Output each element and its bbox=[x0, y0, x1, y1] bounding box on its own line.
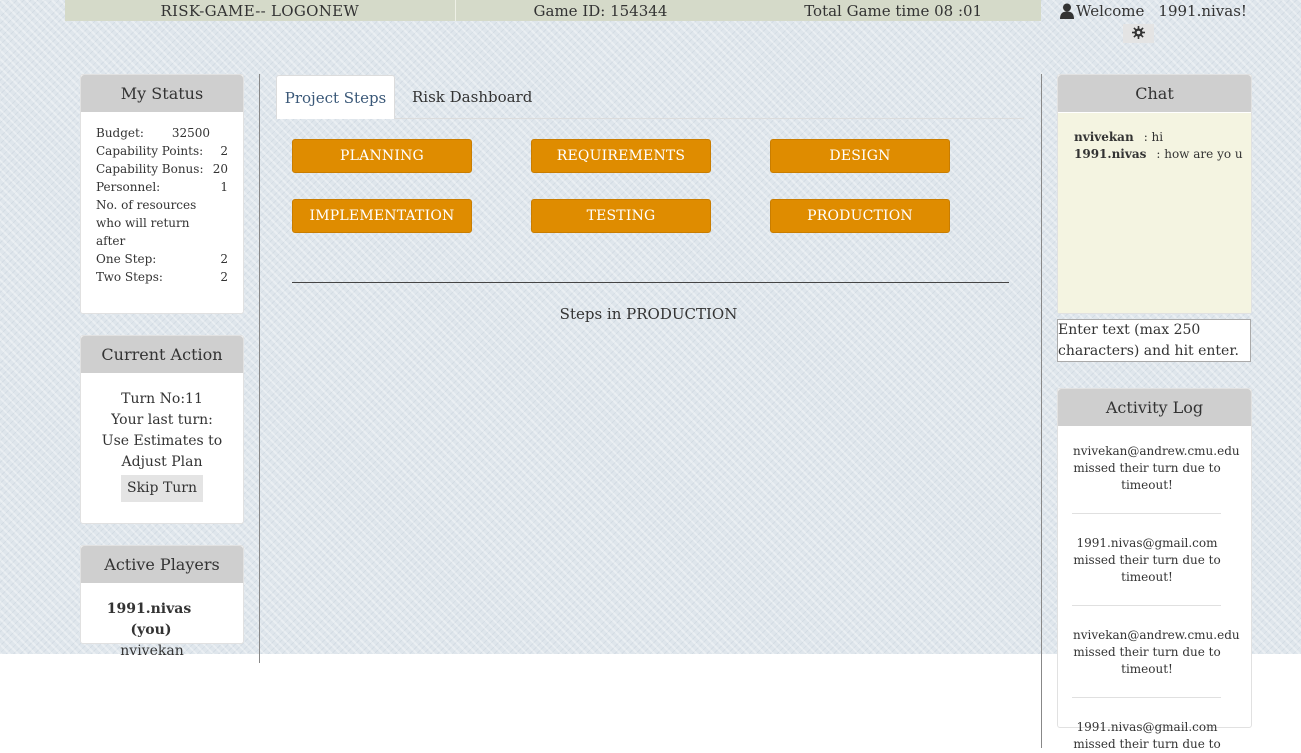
status-row-budget: Budget: 32500 bbox=[96, 126, 210, 140]
gear-icon bbox=[1132, 24, 1145, 43]
chat-input[interactable]: Enter text (max 250 characters) and hit … bbox=[1057, 319, 1251, 362]
chat-panel: Chat nvivekan: hi 1991.nivas: how are yo… bbox=[1057, 74, 1252, 314]
steps-in-heading: Steps in PRODUCTION bbox=[559, 305, 738, 323]
active-players-panel: Active Players 1991.nivas (you) nvivekan bbox=[80, 545, 244, 659]
total-game-time: Total Game time 08 :01 bbox=[804, 1, 983, 20]
step-production-button[interactable]: PRODUCTION bbox=[770, 199, 950, 233]
tab-bar: Project Steps Risk Dashboard bbox=[276, 75, 1024, 119]
log-separator bbox=[1072, 605, 1221, 606]
last-turn-value-line2: Adjust Plan bbox=[121, 454, 203, 470]
user-icon bbox=[1060, 3, 1074, 19]
my-status-title: My Status bbox=[81, 75, 243, 112]
resources-label: No. of resources who will return after bbox=[96, 198, 197, 248]
status-row-personnel: Personnel: 1 bbox=[96, 180, 228, 194]
welcome-username: 1991.nivas! bbox=[1158, 2, 1247, 20]
right-divider bbox=[1041, 74, 1042, 748]
step-testing-button[interactable]: TESTING bbox=[531, 199, 711, 233]
chat-title: Chat bbox=[1058, 75, 1251, 112]
welcome-message: Welcome 1991.nivas! bbox=[1060, 2, 1247, 20]
top-bar: RISK-GAME-- LOGONEW Game ID: 154344 Tota… bbox=[65, 0, 1041, 21]
log-entry: nvivekan@andrew.cmu.edu missed their tur… bbox=[1073, 628, 1240, 676]
welcome-prefix: Welcome bbox=[1076, 2, 1145, 20]
log-entry: nvivekan@andrew.cmu.edu missed their tur… bbox=[1073, 444, 1240, 492]
settings-button[interactable] bbox=[1123, 24, 1154, 43]
step-implementation-button[interactable]: IMPLEMENTATION bbox=[292, 199, 472, 233]
last-turn-label: Your last turn: bbox=[111, 412, 213, 428]
step-planning-button[interactable]: PLANNING bbox=[292, 139, 472, 173]
activity-log-title: Activity Log bbox=[1058, 389, 1251, 426]
skip-turn-button[interactable]: Skip Turn bbox=[121, 475, 203, 502]
chat-message: 1991.nivas: how are yo u bbox=[1074, 147, 1243, 161]
log-separator bbox=[1072, 513, 1221, 514]
section-divider bbox=[292, 282, 1009, 283]
player-other: nvivekan bbox=[120, 643, 184, 659]
game-title: RISK-GAME-- LOGONEW bbox=[65, 0, 456, 21]
my-status-panel: My Status Budget: 32500 Capability Point… bbox=[80, 74, 244, 314]
chat-messages: nvivekan: hi 1991.nivas: how are yo u bbox=[1058, 113, 1251, 313]
player-me: 1991.nivas bbox=[106, 601, 192, 617]
tab-risk-dashboard[interactable]: Risk Dashboard bbox=[412, 75, 532, 118]
left-divider bbox=[259, 74, 260, 663]
status-row-two-steps: Two Steps: 2 bbox=[96, 270, 228, 284]
activity-log-panel: Activity Log nvivekan@andrew.cmu.edu mis… bbox=[1057, 388, 1252, 751]
chat-message: nvivekan: hi bbox=[1074, 130, 1164, 144]
status-row-one-step: One Step: 2 bbox=[96, 252, 228, 266]
turn-number: Turn No:11 bbox=[121, 391, 203, 407]
current-action-title: Current Action bbox=[81, 336, 243, 373]
step-design-button[interactable]: DESIGN bbox=[770, 139, 950, 173]
tab-project-steps[interactable]: Project Steps bbox=[276, 75, 395, 119]
player-me-suffix: (you) bbox=[130, 622, 172, 638]
step-requirements-button[interactable]: REQUIREMENTS bbox=[531, 139, 711, 173]
status-row-capability-points: Capability Points: 2 bbox=[96, 144, 228, 158]
last-turn-value-line1: Use Estimates to bbox=[101, 433, 223, 449]
log-separator bbox=[1072, 697, 1221, 698]
game-id: Game ID: 154344 bbox=[533, 1, 668, 20]
active-players-title: Active Players bbox=[81, 546, 243, 583]
status-row-capability-bonus: Capability Bonus: 20 bbox=[96, 162, 228, 176]
log-entry: 1991.nivas@gmail.com missed their turn d… bbox=[1073, 536, 1221, 584]
current-action-panel: Current Action Turn No:11 Your last turn… bbox=[80, 335, 244, 524]
